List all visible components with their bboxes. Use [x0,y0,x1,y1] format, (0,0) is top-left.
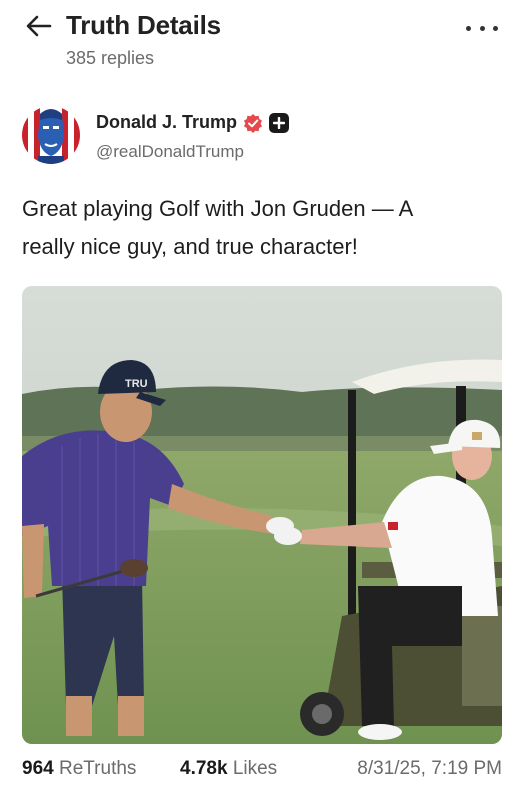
verified-badge-icon [244,113,263,133]
golf-photo: TRU [22,286,502,744]
more-horizontal-icon [466,25,471,31]
avatar-image [22,106,80,164]
post-text-line: really nice guy, and true character! [22,234,358,259]
retruths-label: ReTruths [58,758,137,779]
likes-label: Likes [232,758,278,779]
plus-badge-icon [269,112,290,133]
likes-count: 4.78k [180,758,228,779]
post-text-line: Great playing Golf with Jon Gruden — A [22,196,414,221]
cap-text: TRU [125,378,148,390]
post-body: Great playing Golf with Jon Gruden — A r… [22,190,502,266]
author-handle[interactable]: @realDonaldTrump [96,142,244,162]
retruths-stat[interactable]: 964 ReTruths [22,758,136,780]
arrow-left-icon [26,15,52,37]
likes-stat[interactable]: 4.78k Likes [180,758,277,780]
retruths-count: 964 [22,758,54,779]
post-timestamp: 8/31/25, 7:19 PM [357,758,502,779]
post-image[interactable]: TRU [22,286,502,744]
more-options-button[interactable] [466,18,498,38]
author-name[interactable]: Donald J. Trump [96,112,237,133]
post-stats: 964 ReTruths 4.78k Likes 8/31/25, 7:19 P… [22,758,502,786]
back-button[interactable] [24,12,54,40]
page-title: Truth Details [66,10,221,40]
post-author: Donald J. Trump @realDonaldTrump [22,104,502,168]
avatar[interactable] [22,106,80,164]
top-bar: Truth Details 385 replies [0,0,524,80]
reply-count: 385 replies [66,48,155,68]
